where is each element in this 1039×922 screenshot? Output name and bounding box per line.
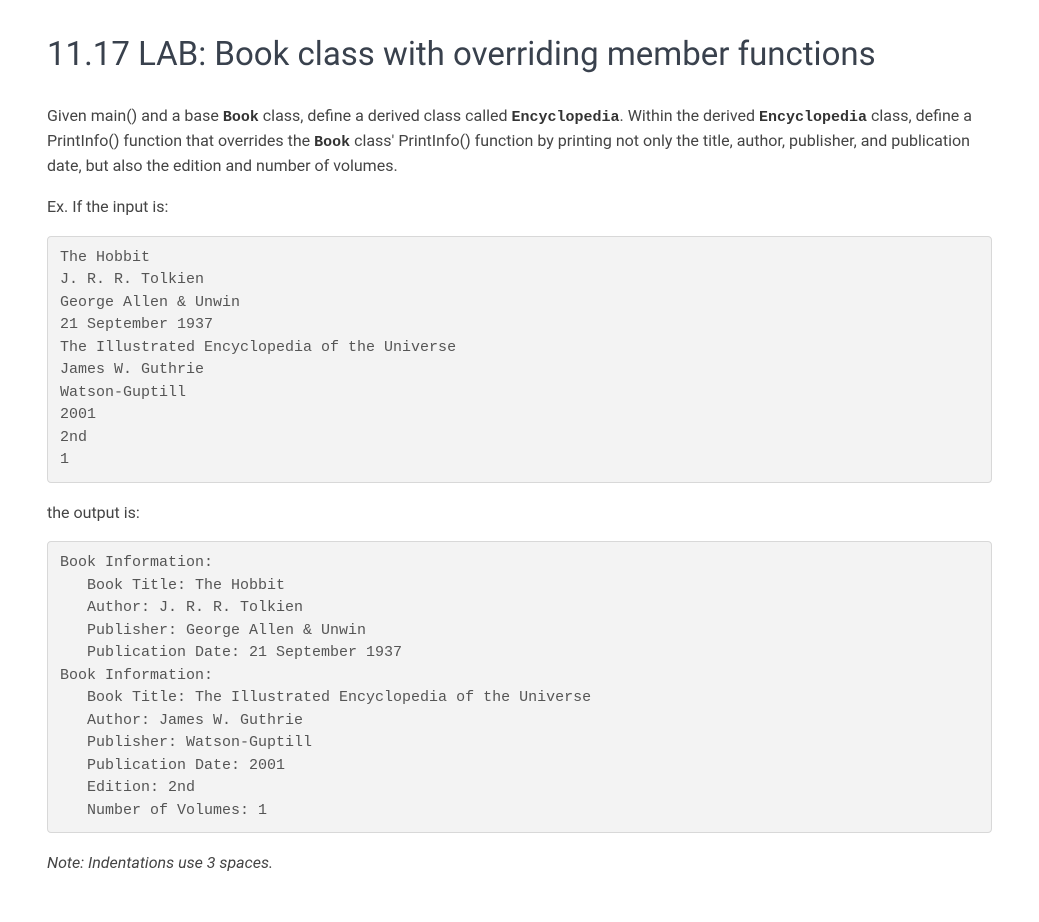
lab-title: 11.17 LAB: Book class with overriding me… bbox=[47, 30, 992, 80]
example-input-label: Ex. If the input is: bbox=[47, 195, 992, 220]
code-encyclopedia-2: Encyclopedia bbox=[759, 109, 867, 126]
example-output-block: Book Information: Book Title: The Hobbit… bbox=[47, 541, 992, 833]
indentation-note: Note: Indentations use 3 spaces. bbox=[47, 851, 992, 876]
code-book-1: Book bbox=[223, 109, 259, 126]
problem-description: Given main() and a base Book class, defi… bbox=[47, 104, 992, 179]
intro-text-1: Given main() and a base bbox=[47, 106, 223, 125]
example-output-label: the output is: bbox=[47, 501, 992, 526]
intro-text-3: . Within the derived bbox=[620, 106, 759, 125]
code-book-2: Book bbox=[314, 134, 350, 151]
code-encyclopedia-1: Encyclopedia bbox=[511, 109, 619, 126]
example-input-block: The Hobbit J. R. R. Tolkien George Allen… bbox=[47, 236, 992, 483]
intro-text-2: class, define a derived class called bbox=[259, 106, 512, 125]
